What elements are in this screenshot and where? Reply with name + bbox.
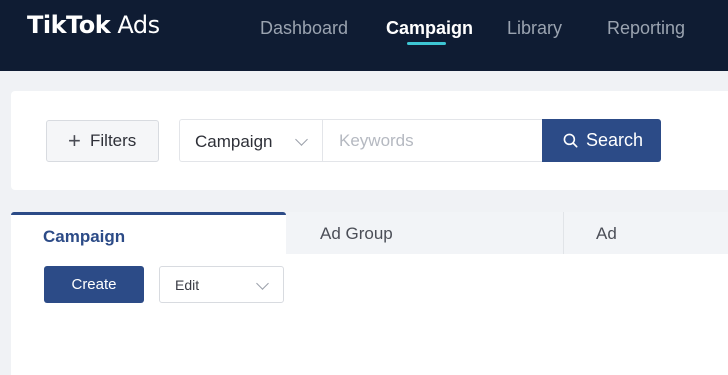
tiktok-ads-logo[interactable]: TikTok Ads: [27, 10, 160, 40]
plus-icon: +: [68, 128, 81, 153]
search-icon: [563, 133, 578, 148]
edit-dropdown-label: Edit: [175, 277, 200, 293]
top-nav-bar: TikTok Ads Dashboard Campaign Library Re…: [0, 0, 728, 71]
nav-item-campaign[interactable]: Campaign: [386, 16, 473, 40]
chevron-down-icon: [256, 277, 269, 290]
tab-campaign[interactable]: Campaign: [11, 212, 286, 254]
nav-item-library[interactable]: Library: [507, 16, 562, 40]
search-type-value: Campaign: [195, 132, 273, 151]
tab-ad-group[interactable]: Ad Group: [286, 212, 563, 254]
logo-name-light: Ads: [110, 11, 160, 39]
search-type-select[interactable]: Campaign: [179, 119, 323, 162]
chevron-down-icon: [295, 133, 308, 146]
keywords-input[interactable]: [322, 119, 543, 162]
create-button[interactable]: Create: [44, 266, 144, 303]
search-button-label: Search: [586, 130, 644, 150]
edit-dropdown[interactable]: Edit: [159, 266, 284, 303]
tab-ad[interactable]: Ad: [564, 212, 728, 254]
nav-item-dashboard[interactable]: Dashboard: [260, 16, 348, 40]
logo-name-bold: TikTok: [27, 11, 111, 39]
filters-button-label: Filters: [90, 131, 137, 150]
nav-item-reporting[interactable]: Reporting: [607, 16, 685, 40]
search-button[interactable]: Search: [542, 119, 661, 162]
filters-button[interactable]: + Filters: [46, 120, 159, 162]
nav-active-underline: [407, 42, 446, 45]
